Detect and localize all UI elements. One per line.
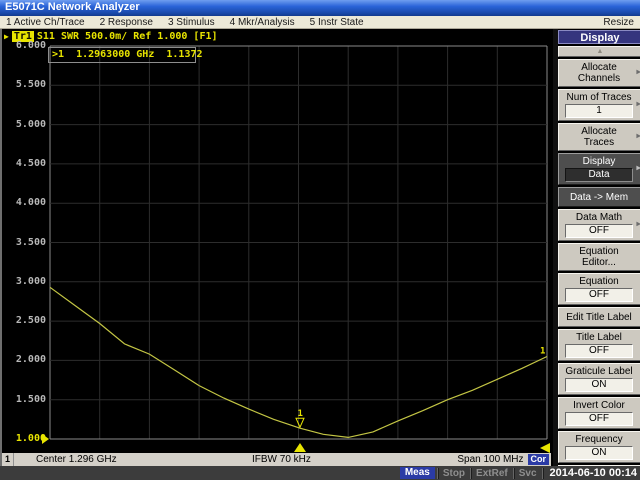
meas-status-badge: Meas xyxy=(400,467,435,479)
softkey-value: 1 xyxy=(565,104,633,118)
window-title: E5071C Network Analyzer xyxy=(5,1,140,13)
swr-trace-plot: 11 xyxy=(2,29,553,453)
softkey-label: Display xyxy=(562,156,636,167)
y-axis-tick-label: 6.000 xyxy=(2,41,46,51)
softkey-data-math[interactable]: Data MathOFF▶ xyxy=(558,209,640,241)
datetime-display: 2014-06-10 00:14 xyxy=(545,467,640,479)
sweep-end-triangle-icon xyxy=(540,443,550,453)
y-axis-tick-label: 4.500 xyxy=(2,159,46,169)
softkey-label: Data Math xyxy=(562,212,636,223)
statusbar-separator xyxy=(542,468,543,479)
softkey-display[interactable]: DisplayData▶ xyxy=(558,153,640,185)
softkey-graticule-label[interactable]: Graticule LabelON xyxy=(558,363,640,395)
softkey-invert-color[interactable]: Invert ColorOFF xyxy=(558,397,640,429)
softkey-value: OFF xyxy=(565,288,633,302)
submenu-arrow-icon: ▶ xyxy=(636,68,640,79)
softkey-equation-editor[interactable]: Equation Editor... xyxy=(558,243,640,271)
softkey-scroll-up-button[interactable]: ▲ xyxy=(558,46,640,57)
softkey-equation[interactable]: EquationOFF xyxy=(558,273,640,305)
window-titlebar[interactable]: E5071C Network Analyzer xyxy=(0,0,640,16)
y-axis-tick-label: 1.000 xyxy=(2,434,46,444)
marker-stimulus-triangle-icon xyxy=(294,443,306,452)
y-axis-tick-label: 3.000 xyxy=(2,277,46,287)
y-axis-tick-label: 2.500 xyxy=(2,316,46,326)
menu-item-4-mkr-analysis[interactable]: 4 Mkr/Analysis xyxy=(230,17,295,28)
softkey-label: Traces xyxy=(562,137,636,148)
statusbar-separator xyxy=(437,468,438,479)
softkey-label: Edit Title Label xyxy=(562,312,636,323)
marker-1-symbol-icon xyxy=(296,418,304,427)
softkey-value: OFF xyxy=(565,224,633,238)
softkey-value: Data xyxy=(565,168,633,182)
statusbar-separator xyxy=(470,468,471,479)
softkey-label: Invert Color xyxy=(562,400,636,411)
submenu-arrow-icon: ▶ xyxy=(636,132,640,143)
softkey-label: Num of Traces xyxy=(562,92,636,103)
ifbw-label[interactable]: IFBW 70 kHz xyxy=(252,453,311,466)
softkey-label: Frequency xyxy=(562,434,636,445)
softkey-label: Equation xyxy=(562,276,636,287)
softkey-label: Channels xyxy=(562,73,636,84)
status-svc-inactive: Svc xyxy=(516,468,540,479)
y-axis-tick-label: 3.500 xyxy=(2,238,46,248)
correction-badge: Cor xyxy=(528,454,550,465)
softkey-edit-title-label[interactable]: Edit Title Label xyxy=(558,307,640,327)
softkey-frequency[interactable]: FrequencyON xyxy=(558,431,640,463)
y-axis-tick-label: 5.000 xyxy=(2,120,46,130)
stimulus-status-strip: 1 Center 1.296 GHz IFBW 70 kHz Span 100 … xyxy=(2,453,551,466)
statusbar-separator xyxy=(513,468,514,479)
marker-1-number: 1 xyxy=(297,409,302,419)
softkey-label: Title Label xyxy=(562,332,636,343)
softkey-value: ON xyxy=(565,378,633,392)
submenu-arrow-icon: ▶ xyxy=(636,220,640,231)
center-frequency-label[interactable]: Center 1.296 GHz xyxy=(36,453,117,466)
y-axis-tick-label: 2.000 xyxy=(2,355,46,365)
y-axis-tick-label: 1.500 xyxy=(2,395,46,405)
softkey-label: Data -> Mem xyxy=(562,192,636,203)
scroll-up-icon: ▲ xyxy=(597,48,604,55)
menu-item-5-instr-state[interactable]: 5 Instr State xyxy=(310,17,364,28)
softkey-label: Graticule Label xyxy=(562,366,636,377)
softkey-data-mem[interactable]: Data -> Mem xyxy=(558,187,640,207)
softkey-value: OFF xyxy=(565,344,633,358)
channel-window: ▶ Tr1 S11 SWR 500.0m/ Ref 1.000 [F1] 11 … xyxy=(2,29,553,466)
menu-item-2-response[interactable]: 2 Response xyxy=(100,17,153,28)
menu-item-1-active-ch-trace[interactable]: 1 Active Ch/Trace xyxy=(6,17,85,28)
y-axis-tick-label: 5.500 xyxy=(2,80,46,90)
softkey-value: OFF xyxy=(565,412,633,426)
menu-item-resize[interactable]: Resize xyxy=(603,17,634,28)
softkey-num-of-traces[interactable]: Num of Traces1▶ xyxy=(558,89,640,121)
softkey-label: Allocate xyxy=(562,126,636,137)
menu-item-3-stimulus[interactable]: 3 Stimulus xyxy=(168,17,215,28)
channel-number: 1 xyxy=(2,453,14,466)
softkey-allocate-channels[interactable]: AllocateChannels▶ xyxy=(558,59,640,87)
softkey-value: ON xyxy=(565,446,633,460)
instrument-status-bar: Meas Stop ExtRef Svc 2014-06-10 00:14 xyxy=(0,466,640,480)
menu-bar: 1 Active Ch/Trace 2 Response 3 Stimulus 4 M… xyxy=(0,16,640,29)
softkey-label: Allocate xyxy=(562,62,636,73)
softkey-menu-title: Display xyxy=(558,30,640,44)
trace-end-number: 1 xyxy=(540,346,545,356)
softkey-menu: Display ▲ AllocateChannels▶Num of Traces… xyxy=(558,30,640,466)
softkey-allocate-traces[interactable]: AllocateTraces▶ xyxy=(558,123,640,151)
analyzer-screen: ▶ Tr1 S11 SWR 500.0m/ Ref 1.000 [F1] 11 … xyxy=(0,29,640,466)
submenu-arrow-icon: ▶ xyxy=(636,100,640,111)
submenu-arrow-icon: ▶ xyxy=(636,164,640,175)
softkey-label: Equation Editor... xyxy=(562,246,636,268)
marker-readout: >1 1.2963000 GHz 1.1372 xyxy=(48,47,196,63)
span-label[interactable]: Span 100 MHz xyxy=(457,453,523,466)
softkey-title-label[interactable]: Title LabelOFF xyxy=(558,329,640,361)
y-axis-tick-label: 4.000 xyxy=(2,198,46,208)
status-extref-inactive: ExtRef xyxy=(473,468,511,479)
status-stop-inactive: Stop xyxy=(440,468,468,479)
